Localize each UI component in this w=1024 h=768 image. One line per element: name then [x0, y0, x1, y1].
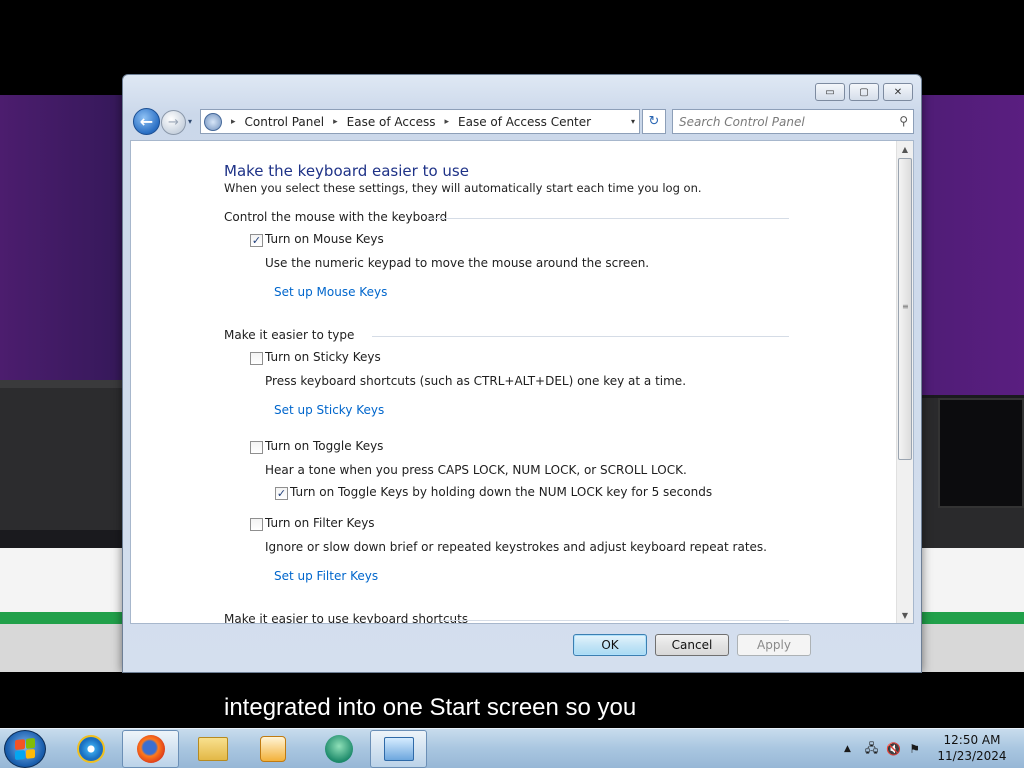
- ease-of-access-icon: [324, 735, 353, 763]
- vertical-scrollbar[interactable]: ▲ ≡ ▼: [896, 141, 913, 623]
- volume-muted-icon[interactable]: 🔇: [886, 742, 901, 756]
- section-divider: [441, 620, 789, 621]
- navigation-bar: ← → ▾ ▸ Control Panel ▸ Ease of Access ▸…: [131, 108, 915, 135]
- search-input[interactable]: [679, 111, 889, 133]
- scroll-grip-icon: ≡: [902, 302, 909, 311]
- action-center-icon[interactable]: ⚑: [909, 742, 920, 756]
- setup-filter-keys-link[interactable]: Set up Filter Keys: [274, 569, 378, 583]
- folder-icon: [197, 737, 228, 761]
- caption-buttons: ▭ ▢ ✕: [815, 83, 913, 101]
- ok-button[interactable]: OK: [573, 634, 647, 656]
- taskbar-windows-explorer[interactable]: [184, 730, 241, 768]
- crumb-separator-icon[interactable]: ▸: [333, 117, 338, 127]
- sticky-keys-checkbox[interactable]: [250, 352, 263, 365]
- windows-logo-icon: [15, 737, 35, 761]
- media-player-icon: [259, 736, 286, 762]
- section-divider: [427, 218, 789, 219]
- crumb-separator-icon[interactable]: ▸: [231, 117, 236, 127]
- section-heading-shortcuts: Make it easier to use keyboard shortcuts: [224, 612, 469, 624]
- scroll-down-icon[interactable]: ▼: [897, 607, 913, 623]
- firefox-icon: [136, 735, 165, 763]
- taskbar: ▲ 🖧 🔇 ⚑ 12:50 AM 11/23/2024: [0, 728, 1024, 768]
- minimize-button[interactable]: ▭: [815, 83, 845, 101]
- page-title: Make the keyboard easier to use: [224, 162, 469, 180]
- close-button[interactable]: ✕: [883, 83, 913, 101]
- toggle-keys-description: Hear a tone when you press CAPS LOCK, NU…: [265, 463, 687, 477]
- taskbar-control-panel[interactable]: [370, 730, 427, 768]
- address-dropdown-icon[interactable]: ▾: [631, 117, 635, 126]
- section-heading-mouse: Control the mouse with the keyboard: [224, 210, 448, 224]
- section-divider: [372, 336, 789, 337]
- apply-button[interactable]: Apply: [737, 634, 811, 656]
- sticky-keys-label[interactable]: Turn on Sticky Keys: [265, 350, 381, 364]
- search-box[interactable]: ⚲: [672, 109, 914, 134]
- clock-time: 12:50 AM: [943, 733, 1001, 747]
- taskbar-internet-explorer[interactable]: [62, 730, 119, 768]
- back-button[interactable]: ←: [133, 108, 160, 135]
- clock-date: 11/23/2024: [937, 749, 1007, 763]
- mouse-keys-label[interactable]: Turn on Mouse Keys: [265, 232, 384, 246]
- breadcrumb-control-panel[interactable]: Control Panel: [245, 115, 325, 129]
- show-hidden-icons-icon[interactable]: ▲: [844, 744, 851, 754]
- toggle-keys-numlock-checkbox[interactable]: ✓: [275, 487, 288, 500]
- search-icon[interactable]: ⚲: [899, 114, 908, 128]
- crumb-separator-icon[interactable]: ▸: [445, 117, 450, 127]
- setup-mouse-keys-link[interactable]: Set up Mouse Keys: [274, 285, 387, 299]
- section-heading-typing: Make it easier to type: [224, 328, 355, 342]
- toggle-keys-checkbox[interactable]: [250, 441, 263, 454]
- setup-sticky-keys-link[interactable]: Set up Sticky Keys: [274, 403, 384, 417]
- sticky-keys-description: Press keyboard shortcuts (such as CTRL+A…: [265, 374, 687, 388]
- filter-keys-label[interactable]: Turn on Filter Keys: [265, 516, 375, 530]
- cancel-button[interactable]: Cancel: [655, 634, 729, 656]
- mouse-keys-checkbox[interactable]: ✓: [250, 234, 263, 247]
- page-subtitle: When you select these settings, they wil…: [224, 181, 702, 195]
- notification-area: ▲ 🖧 🔇 ⚑: [844, 729, 920, 768]
- toggle-keys-label[interactable]: Turn on Toggle Keys: [265, 439, 383, 453]
- internet-explorer-icon: [76, 735, 105, 763]
- breadcrumb-ease-of-access-center[interactable]: Ease of Access Center: [458, 115, 591, 129]
- taskbar-ease-of-access[interactable]: [310, 730, 367, 768]
- start-button[interactable]: [4, 730, 46, 768]
- clock[interactable]: 12:50 AM 11/23/2024: [936, 732, 1008, 764]
- forward-button[interactable]: →: [161, 110, 186, 135]
- video-subtitle: integrated into one Start screen so you: [224, 694, 637, 721]
- refresh-icon[interactable]: ↻: [642, 109, 666, 134]
- network-icon[interactable]: 🖧: [865, 739, 878, 760]
- maximize-button[interactable]: ▢: [849, 83, 879, 101]
- control-panel-icon: [204, 112, 222, 131]
- taskbar-media-player[interactable]: [244, 730, 301, 768]
- history-dropdown-icon[interactable]: ▾: [188, 117, 198, 127]
- taskbar-firefox[interactable]: [122, 730, 179, 768]
- control-panel-icon: [383, 737, 414, 761]
- breadcrumb-ease-of-access[interactable]: Ease of Access: [347, 115, 436, 129]
- content-pane: Make the keyboard easier to use When you…: [130, 140, 914, 624]
- mouse-keys-description: Use the numeric keypad to move the mouse…: [265, 256, 650, 270]
- scroll-thumb[interactable]: ≡: [898, 158, 912, 460]
- scroll-up-icon[interactable]: ▲: [897, 141, 913, 157]
- ease-of-access-window: ▭ ▢ ✕ ← → ▾ ▸ Control Panel ▸ Ease of Ac…: [122, 74, 922, 673]
- address-bar[interactable]: ▸ Control Panel ▸ Ease of Access ▸ Ease …: [200, 109, 640, 134]
- filter-keys-description: Ignore or slow down brief or repeated ke…: [265, 540, 767, 554]
- toggle-keys-numlock-label[interactable]: Turn on Toggle Keys by holding down the …: [290, 485, 712, 499]
- filter-keys-checkbox[interactable]: [250, 518, 263, 531]
